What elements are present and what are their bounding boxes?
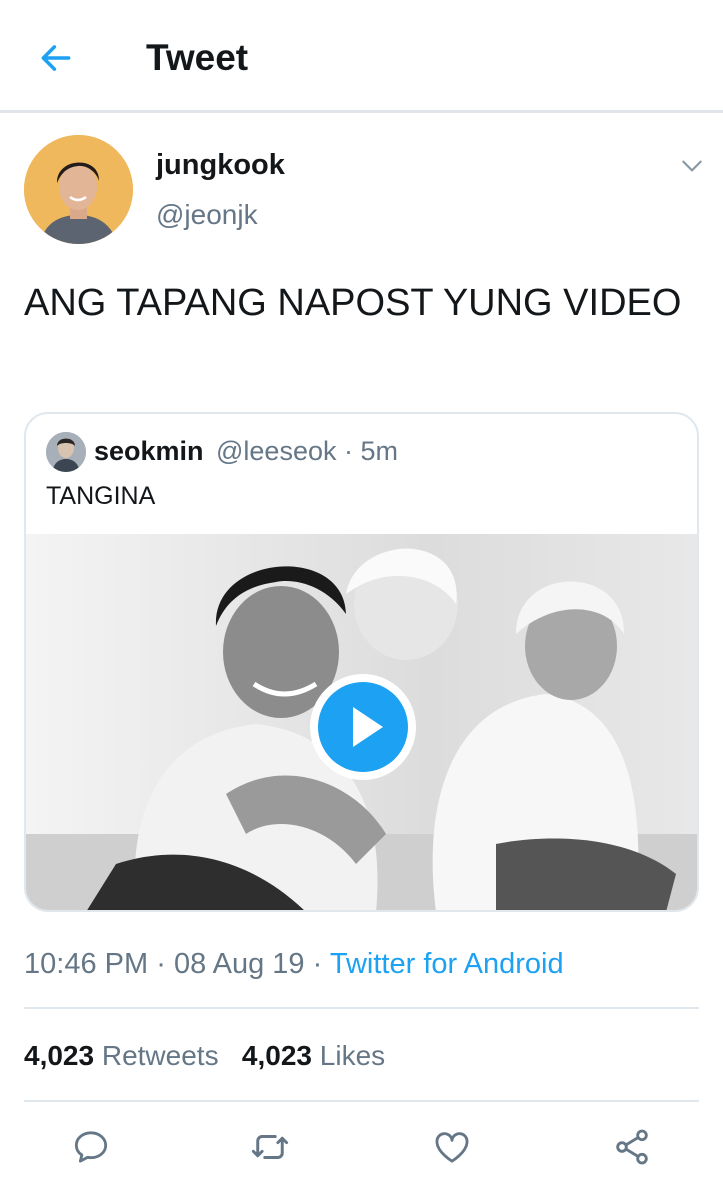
tweet-source-link[interactable]: Twitter for Android [330,948,564,980]
page-title: Tweet [146,37,249,78]
like-button[interactable] [428,1123,476,1171]
video-thumbnail[interactable] [26,534,697,910]
tweet-timestamp: 10:46 PM · 08 Aug 19 · Twitter for Andro… [24,944,564,984]
author-handle[interactable]: @jeonjk [156,198,258,232]
separator: · [156,948,166,980]
quoted-tweet[interactable]: seokmin @leeseok · 5m TANGINA [24,412,699,912]
play-icon [310,674,416,780]
tweet-text: ANG TAPANG NAPOST YUNG VIDEO [24,282,682,324]
divider [24,1007,699,1009]
play-button[interactable] [308,672,418,782]
quoted-meta: @leeseok · 5m [216,436,398,466]
likes-count[interactable]: 4,023 [242,1040,312,1071]
tweet-menu-button[interactable] [672,148,712,184]
quoted-avatar [46,432,86,472]
retweet-icon [251,1135,289,1159]
author-name[interactable]: jungkook [156,148,285,182]
chevron-down-icon [682,160,702,172]
retweets-label[interactable]: Retweets [102,1040,219,1071]
reply-icon [74,1131,108,1163]
author-avatar[interactable] [24,135,133,244]
retweet-button[interactable] [246,1123,294,1171]
likes-label[interactable]: Likes [320,1040,385,1071]
retweets-count[interactable]: 4,023 [24,1040,94,1071]
back-button[interactable] [30,36,82,80]
tweet-date: 08 Aug 19 [173,948,305,980]
action-bar [0,1115,723,1175]
divider [24,1100,699,1102]
like-icon [435,1132,469,1163]
reply-button[interactable] [67,1123,115,1171]
share-button[interactable] [608,1123,656,1171]
engagement-stats: 4,023 Retweets 4,023 Likes [24,1036,385,1076]
arrow-left-icon [41,45,71,71]
tweet-time: 10:46 PM [24,948,149,980]
share-icon [616,1129,648,1165]
quoted-text: TANGINA [46,482,156,510]
separator: · [312,948,323,980]
top-bar: Tweet [0,0,723,113]
quoted-author-name: seokmin [94,436,204,466]
